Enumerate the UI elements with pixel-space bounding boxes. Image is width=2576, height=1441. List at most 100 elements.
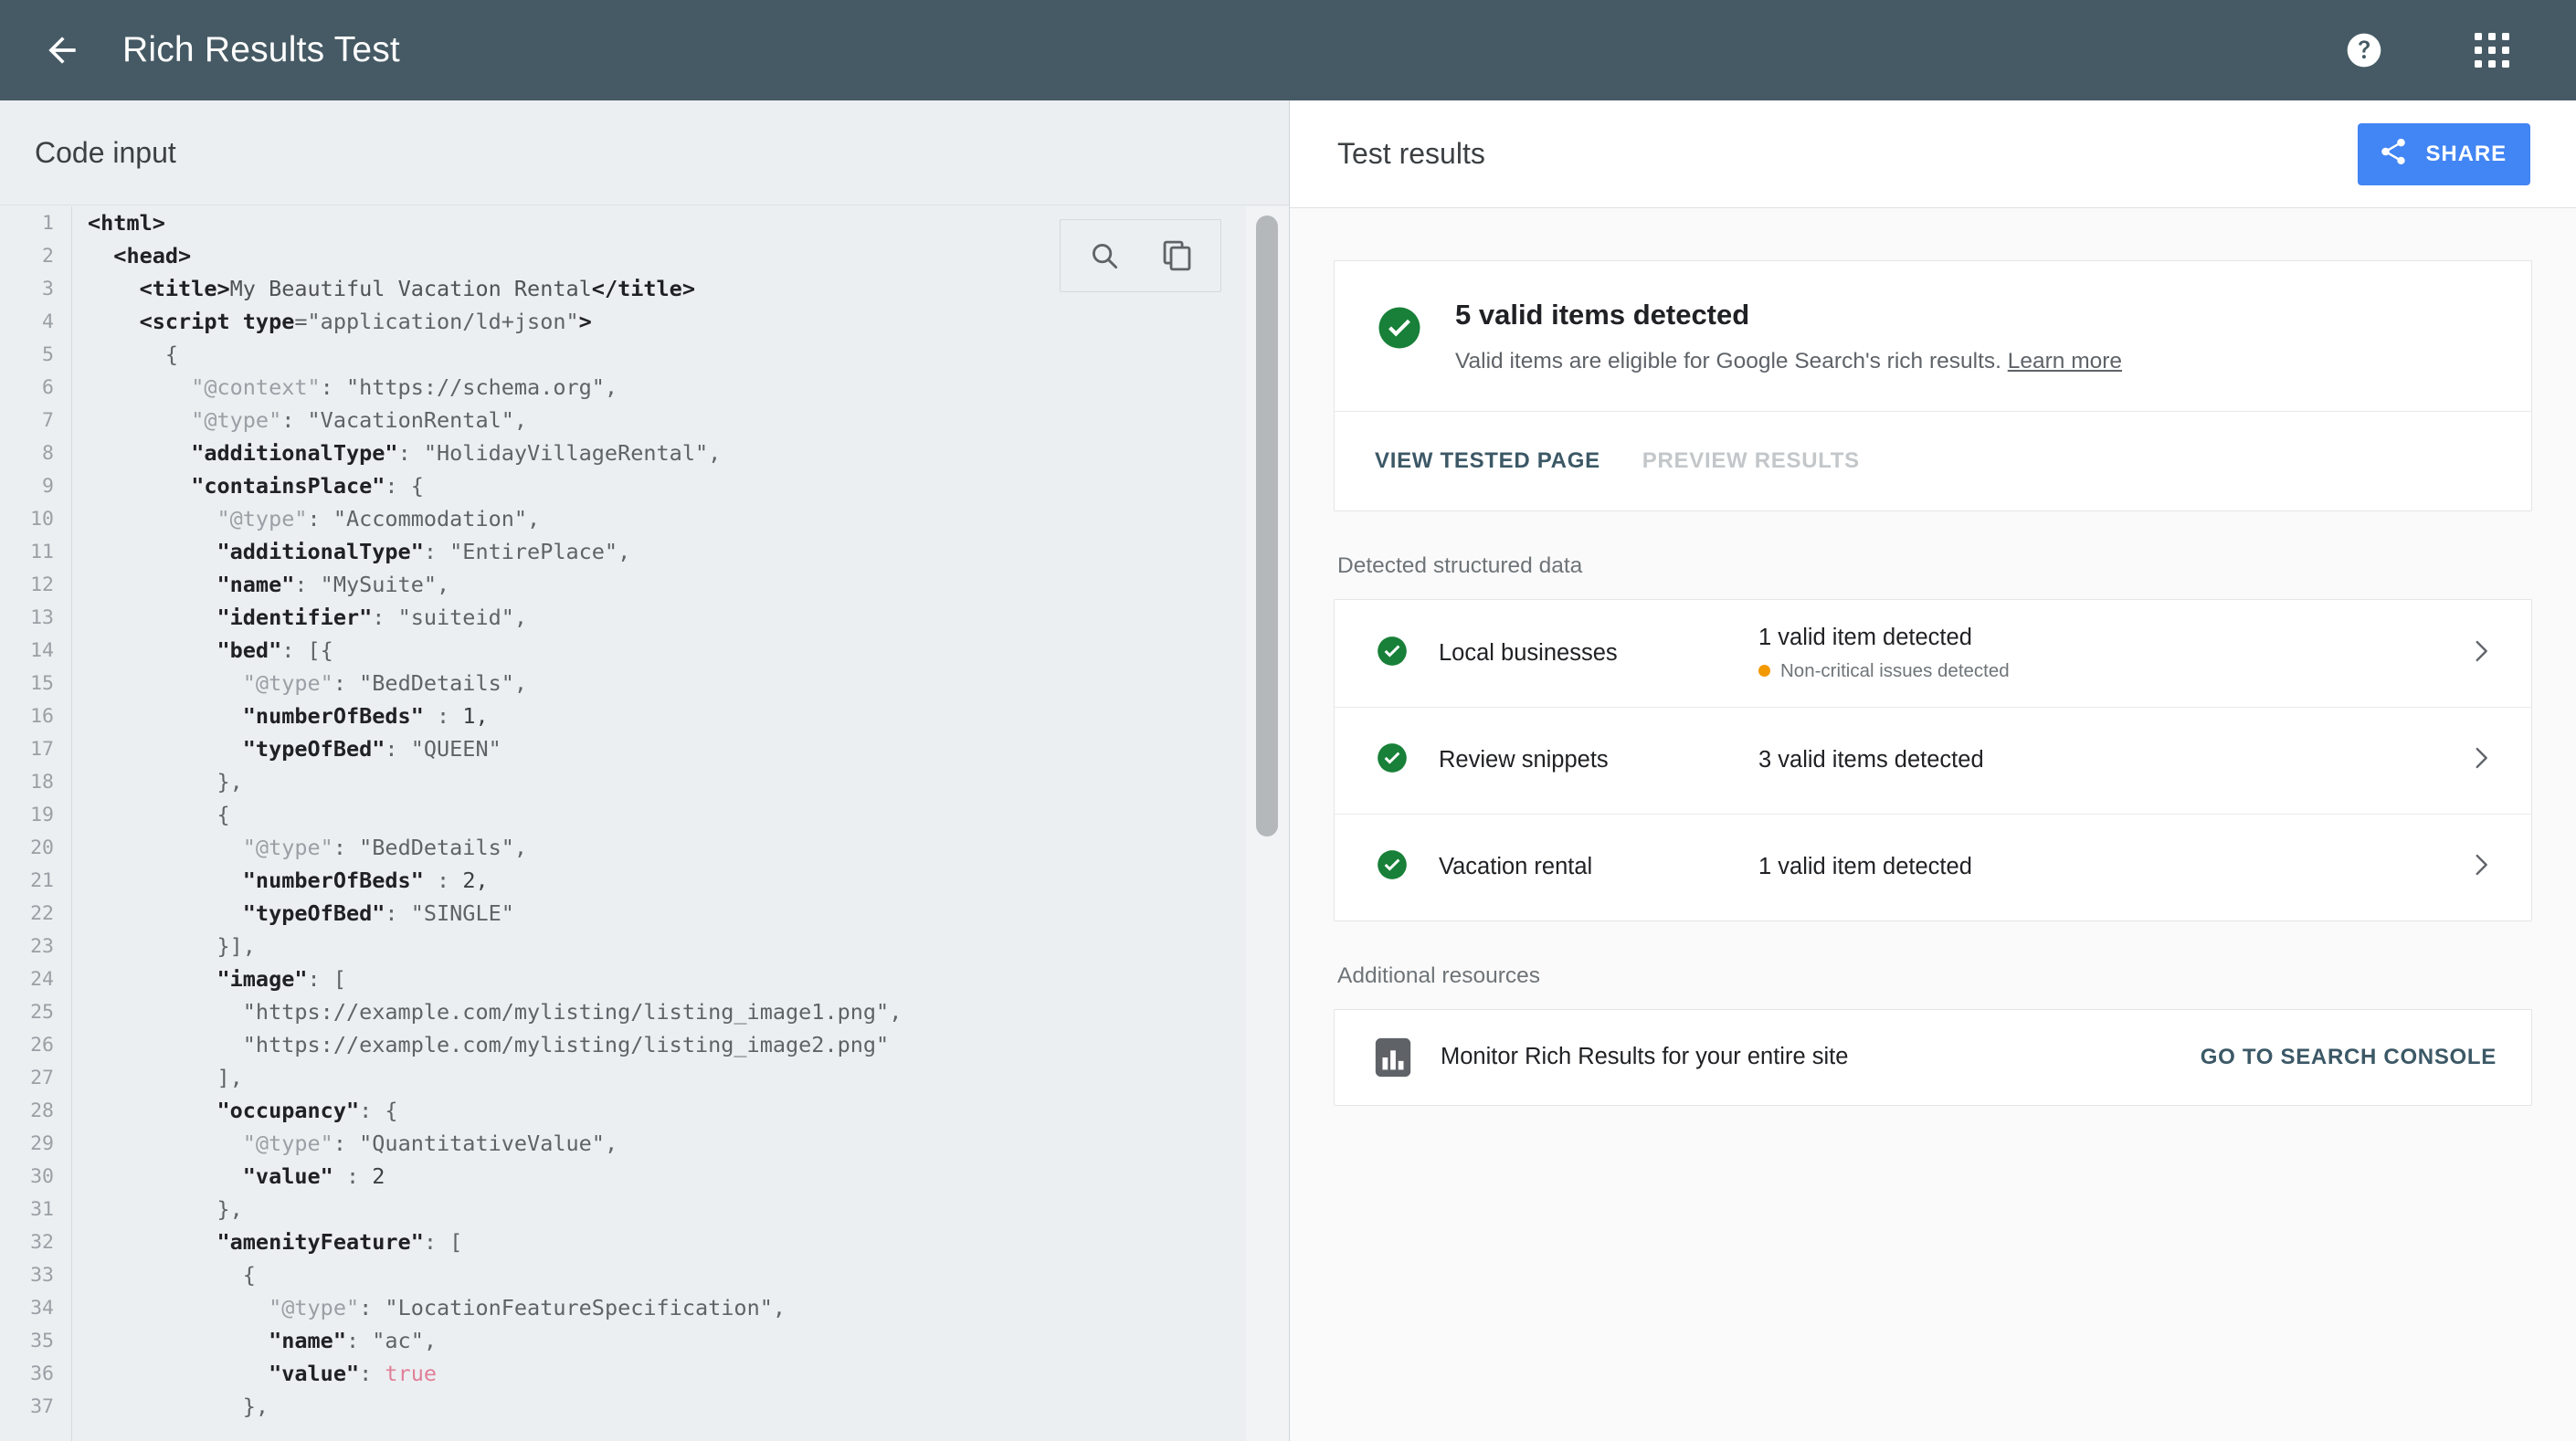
code-line-text: }, [71, 1196, 242, 1222]
line-number: 31 [30, 1197, 54, 1221]
resource-row: Monitor Rich Results for your entire sit… [1335, 1010, 2531, 1105]
scrollbar-thumb[interactable] [1256, 216, 1278, 836]
code-token: "additionalType" [216, 539, 424, 564]
code-token: { [88, 802, 230, 827]
apps-grid-icon[interactable] [2459, 17, 2525, 83]
code-line: 36 "value": true [0, 1357, 1238, 1390]
code-line-text: "typeOfBed": "SINGLE" [71, 900, 514, 926]
code-token: : [294, 572, 321, 597]
line-number: 19 [30, 803, 54, 826]
apps-dot [2475, 33, 2482, 40]
line-number: 24 [30, 967, 54, 991]
code-token: 2, [462, 868, 489, 893]
line-number: 10 [30, 507, 54, 531]
learn-more-link[interactable]: Learn more [2008, 349, 2122, 373]
code-token: "@type" [242, 835, 333, 860]
chevron-right-icon[interactable] [2465, 636, 2497, 671]
code-line-text: "name": "ac", [71, 1328, 437, 1353]
code-line: 12 "name": "MySuite", [0, 568, 1238, 601]
code-token: "amenityFeature" [216, 1229, 424, 1255]
code-token: : [423, 539, 450, 564]
code-token: "name" [216, 572, 295, 597]
code-token: : [ [307, 966, 346, 992]
code-token: : [333, 1131, 360, 1156]
code-token: "BedDetails", [359, 835, 528, 860]
summary-subtext-text: Valid items are eligible for Google Sear… [1455, 348, 2008, 373]
resource-label: Monitor Rich Results for your entire sit… [1441, 1044, 1849, 1070]
code-line: 22 "typeOfBed": "SINGLE" [0, 897, 1238, 930]
code-line-text: "@type": "QuantitativeValue", [71, 1131, 618, 1156]
page-title: Rich Results Test [122, 30, 400, 69]
check-circle-icon [1375, 741, 1409, 780]
code-line-text: "https://example.com/mylisting/listing_i… [71, 999, 903, 1025]
line-number: 14 [30, 638, 54, 662]
code-line: 29 "@type": "QuantitativeValue", [0, 1127, 1238, 1160]
code-line: 14 "bed": [{ [0, 634, 1238, 667]
copy-icon[interactable] [1160, 238, 1195, 273]
code-token: "https://example.com/mylisting/listing_i… [242, 999, 903, 1025]
detected-structured-data-label: Detected structured data [1337, 552, 1583, 578]
table-row[interactable]: Vacation rental 1 valid item detected [1335, 813, 2531, 920]
code-token: "BedDetails", [359, 670, 528, 696]
code-line-text: "occupancy": { [71, 1098, 397, 1123]
code-token: <html> [88, 210, 165, 236]
code-token: 1, [462, 703, 489, 729]
code-token: "bed" [216, 637, 282, 663]
code-editor[interactable]: 1 <html> 2 <head> 3 <title>My Beautiful Vac… [0, 206, 1289, 1441]
code-input-pane: Code input 1 <html> 2 <head> 3 <title>My Be… [0, 100, 1290, 1441]
code-line-text: "image": [ [71, 966, 346, 992]
code-token: <script type [139, 309, 295, 334]
row-status-main: 1 valid item detected [1758, 624, 1972, 650]
code-line-text: "typeOfBed": "QUEEN" [71, 736, 501, 762]
share-button[interactable]: SHARE [2358, 122, 2530, 185]
code-line-text: "bed": [{ [71, 637, 333, 663]
code-token: "value" [242, 1163, 333, 1189]
code-line: 32 "amenityFeature": [ [0, 1225, 1238, 1258]
chevron-right-icon[interactable] [2465, 742, 2497, 778]
apps-dot [2488, 47, 2496, 54]
line-number: 32 [30, 1230, 54, 1254]
code-line-text: "@type": "LocationFeatureSpecification", [71, 1295, 786, 1320]
code-token: : [359, 1361, 385, 1386]
row-status-main: 1 valid item detected [1758, 854, 1972, 880]
code-token: : { [385, 473, 424, 499]
help-circle-icon[interactable] [2331, 17, 2397, 83]
code-token: }, [88, 1394, 269, 1419]
code-line: 33 { [0, 1258, 1238, 1291]
code-line: 8 "additionalType": "HolidayVillageRenta… [0, 437, 1238, 469]
code-token: "LocationFeatureSpecification", [385, 1295, 787, 1320]
arrow-left-icon[interactable] [40, 28, 84, 72]
code-line: 23 }], [0, 930, 1238, 962]
code-line: 16 "numberOfBeds" : 1, [0, 699, 1238, 732]
code-token: = [294, 309, 308, 334]
search-icon[interactable] [1087, 238, 1122, 273]
table-row[interactable]: Review snippets 3 valid items detected [1335, 706, 2531, 814]
code-line: 11 "additionalType": "EntirePlace", [0, 535, 1238, 568]
chevron-right-icon[interactable] [2465, 849, 2497, 885]
additional-resources-label: Additional resources [1337, 962, 1540, 988]
view-tested-page-button[interactable]: VIEW TESTED PAGE [1375, 448, 1600, 474]
code-line: 7 "@type": "VacationRental", [0, 404, 1238, 437]
code-line-text: "@type": "VacationRental", [71, 407, 527, 433]
code-line: 20 "@type": "BedDetails", [0, 831, 1238, 864]
code-token: : [320, 374, 346, 400]
code-token: : [333, 1163, 373, 1189]
table-row[interactable]: Local businesses 1 valid item detected Non… [1335, 599, 2531, 707]
code-line: 17 "typeOfBed": "QUEEN" [0, 732, 1238, 765]
go-to-search-console-button[interactable]: GO TO SEARCH CONSOLE [2201, 1045, 2497, 1070]
code-line: 34 "@type": "LocationFeatureSpecificatio… [0, 1291, 1238, 1324]
code-token: : [385, 736, 411, 762]
code-line-text: "name": "MySuite", [71, 572, 449, 597]
code-scrollbar[interactable] [1246, 206, 1289, 1441]
code-input-header: Code input [0, 100, 1289, 205]
